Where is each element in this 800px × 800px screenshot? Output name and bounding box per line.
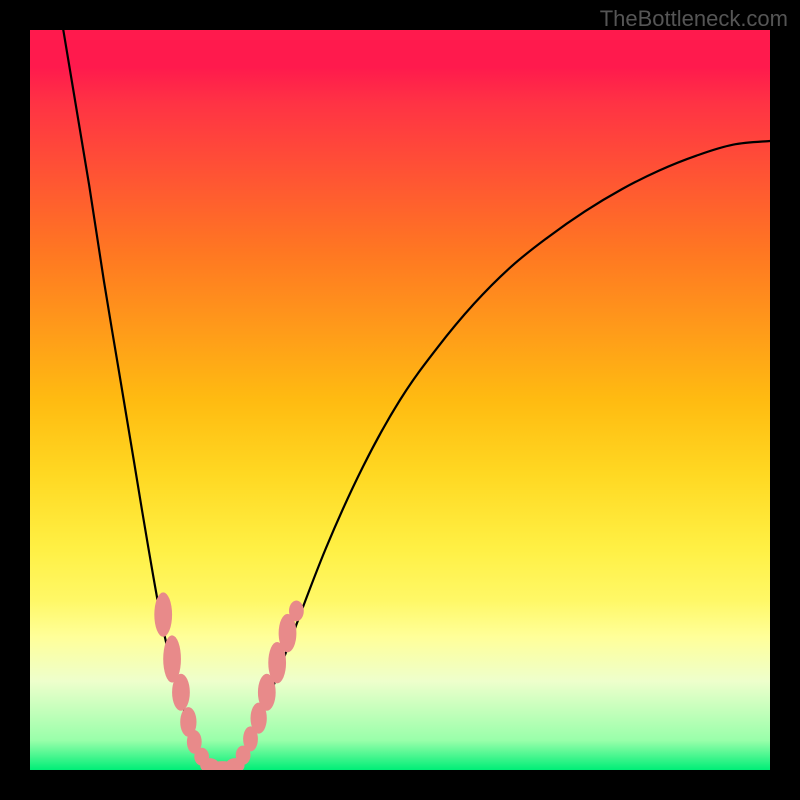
watermark-text: TheBottleneck.com: [600, 6, 788, 32]
bead-cluster: [154, 592, 303, 770]
bead-marker: [289, 601, 304, 622]
chart-frame: TheBottleneck.com: [0, 0, 800, 800]
plot-area: [30, 30, 770, 770]
bead-marker: [172, 674, 190, 711]
curve-svg: [30, 30, 770, 770]
bead-marker: [154, 592, 172, 636]
